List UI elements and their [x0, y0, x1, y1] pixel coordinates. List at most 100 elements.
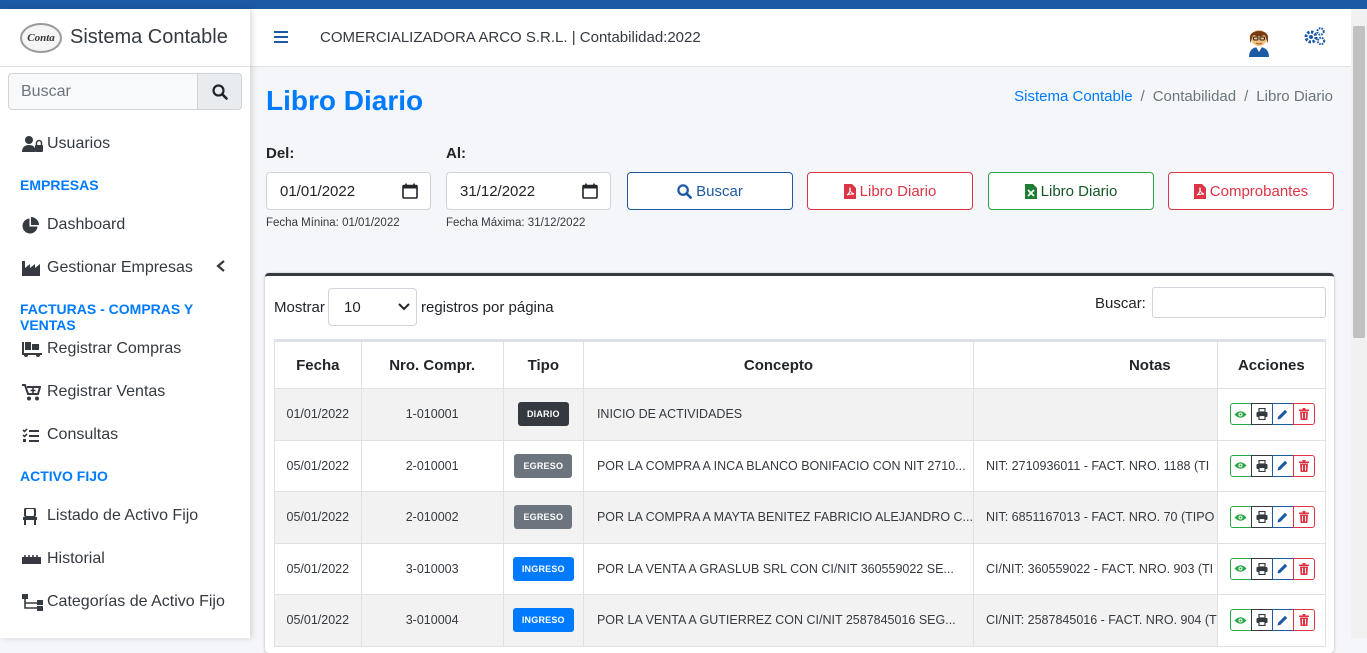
delete-button[interactable] [1292, 454, 1315, 477]
table-row[interactable]: 05/01/2022 3-010004 INGRESO POR LA VENTA A … [274, 594, 1327, 647]
sitemap-icon [22, 593, 44, 611]
print-button[interactable] [1250, 403, 1273, 426]
pdf-libro-diario-button[interactable]: Libro Diario [807, 172, 973, 210]
excel-libro-diario-button[interactable]: Libro Diario [988, 172, 1154, 210]
breadcrumb-sistema-contable[interactable]: Sistema Contable [1014, 88, 1132, 105]
column-header-tipo[interactable]: Tipo [502, 339, 584, 389]
pencil-icon [1277, 512, 1288, 523]
table-search-input[interactable] [1152, 287, 1326, 318]
edit-button[interactable] [1271, 609, 1294, 632]
edit-button[interactable] [1271, 403, 1294, 426]
cell-notas: CI/NIT: 2587845016 - FACT. NRO. 904 (T [972, 594, 1218, 647]
date-to-input[interactable]: 31/12/2022 [446, 172, 611, 210]
cell-tipo: DIARIO [502, 388, 584, 441]
page-size-value: 10 [344, 298, 361, 316]
page-size-select[interactable]: 10 [328, 288, 417, 326]
cell-nro: 2-010001 [360, 439, 504, 492]
sidebar-item-categorias-activo-fijo[interactable]: Categorías de Activo Fijo [22, 590, 225, 614]
delete-button[interactable] [1292, 506, 1315, 529]
sidebar-item-label: Consultas [47, 426, 119, 443]
cell-tipo: INGRESO [502, 594, 584, 647]
sidebar-item-historial[interactable]: Historial [22, 547, 105, 571]
date-from-input[interactable]: 01/01/2022 [266, 172, 431, 210]
cell-notas: NIT: 2710936011 - FACT. NRO. 1188 (TI [972, 439, 1218, 492]
sidebar-item-gestionar-empresas[interactable]: Gestionar Empresas [22, 256, 193, 280]
buscar-button[interactable]: Buscar [627, 172, 793, 210]
table-row[interactable]: 05/01/2022 2-010002 EGRESO POR LA COMPRA A … [274, 491, 1327, 544]
delete-button[interactable] [1292, 609, 1315, 632]
sidebar-item-listado-activo-fijo[interactable]: Listado de Activo Fijo [22, 504, 198, 528]
column-header-notas[interactable]: Notas [972, 339, 1218, 389]
print-button[interactable] [1250, 454, 1273, 477]
page-scrollbar-thumb[interactable] [1353, 26, 1365, 338]
tipo-badge: INGRESO [512, 556, 574, 581]
tipo-badge: EGRESO [514, 453, 573, 478]
sidebar-search-button[interactable] [197, 73, 242, 110]
table-row[interactable]: 05/01/2022 3-010003 INGRESO POR LA VENTA A … [274, 542, 1327, 595]
cell-acciones [1216, 388, 1327, 441]
cell-nro: 3-010003 [360, 542, 504, 595]
tasks-icon [22, 427, 44, 443]
brand[interactable]: Conta Sistema Contable [0, 9, 250, 67]
column-header-acciones: Acciones [1216, 339, 1327, 389]
print-button[interactable] [1250, 506, 1273, 529]
per-page-label: registros por página [421, 299, 554, 316]
view-button[interactable] [1229, 609, 1252, 632]
view-button[interactable] [1229, 454, 1252, 477]
column-header-concepto[interactable]: Concepto [582, 339, 974, 389]
edit-button[interactable] [1271, 557, 1294, 580]
print-icon [1256, 511, 1268, 524]
print-icon [1256, 614, 1268, 627]
column-header-fecha[interactable]: Fecha [274, 339, 362, 389]
sidebar-search-input[interactable] [8, 73, 197, 110]
action-buttons [1229, 609, 1315, 632]
view-button[interactable] [1229, 506, 1252, 529]
file-excel-icon [1024, 183, 1037, 199]
sidebar: Conta Sistema Contable Usuarios EMPRESAS… [0, 9, 250, 638]
user-avatar[interactable] [1246, 25, 1272, 62]
pdf-libro-diario-label: Libro Diario [859, 182, 937, 200]
cell-acciones [1216, 594, 1327, 647]
print-button[interactable] [1250, 557, 1273, 580]
cell-nro: 3-010004 [360, 594, 504, 647]
table-search-label: Buscar: [1095, 295, 1146, 312]
chevron-left-icon[interactable] [216, 259, 226, 277]
edit-button[interactable] [1271, 454, 1294, 477]
print-icon [1256, 408, 1268, 421]
action-buttons [1229, 403, 1315, 426]
delete-button[interactable] [1292, 557, 1315, 580]
sidebar-header-activo-fijo: ACTIVO FIJO [20, 468, 108, 484]
delete-button[interactable] [1292, 403, 1315, 426]
eye-icon [1234, 514, 1247, 521]
cell-notas: CI/NIT: 360559022 - FACT. NRO. 903 (TI [972, 542, 1218, 595]
sidebar-item-label: Usuarios [47, 135, 111, 152]
comprobantes-button[interactable]: Comprobantes [1168, 172, 1334, 210]
sidebar-item-consultas[interactable]: Consultas [22, 423, 118, 447]
sidebar-item-registrar-ventas[interactable]: Registrar Ventas [22, 380, 165, 404]
table-row[interactable]: 01/01/2022 1-010001 DIARIO INICIO DE ACTIVI… [274, 388, 1327, 441]
cell-notas: NIT: 6851167013 - FACT. NRO. 70 (TIPO [972, 491, 1218, 544]
eye-icon [1234, 565, 1247, 572]
print-button[interactable] [1250, 609, 1273, 632]
edit-button[interactable] [1271, 506, 1294, 529]
cell-acciones [1216, 542, 1327, 595]
sidebar-item-label: Categorías de Activo Fijo [47, 593, 225, 610]
view-button[interactable] [1229, 557, 1252, 580]
sidebar-item-registrar-compras[interactable]: Registrar Compras [22, 337, 181, 361]
sidebar-item-dashboard[interactable]: Dashboard [22, 213, 125, 237]
table-row[interactable]: 05/01/2022 2-010001 EGRESO POR LA COMPRA A … [274, 439, 1327, 492]
menu-toggle-icon[interactable] [274, 30, 290, 49]
column-header-nro[interactable]: Nro. Compr. [360, 339, 504, 389]
sidebar-header-facturas: FACTURAS - COMPRAS Y VENTAS [20, 301, 193, 333]
tipo-badge: EGRESO [514, 505, 573, 530]
brand-logo: Conta [20, 22, 62, 53]
sidebar-search [8, 73, 242, 110]
sidebar-item-label: Registrar Ventas [47, 383, 166, 400]
sidebar-item-usuarios[interactable]: Usuarios [22, 132, 110, 156]
calendar-icon [402, 183, 418, 199]
cell-nro: 2-010002 [360, 491, 504, 544]
cell-fecha: 05/01/2022 [274, 594, 362, 647]
view-button[interactable] [1229, 403, 1252, 426]
settings-gears-icon[interactable] [1304, 27, 1326, 50]
chair-icon [22, 507, 44, 525]
